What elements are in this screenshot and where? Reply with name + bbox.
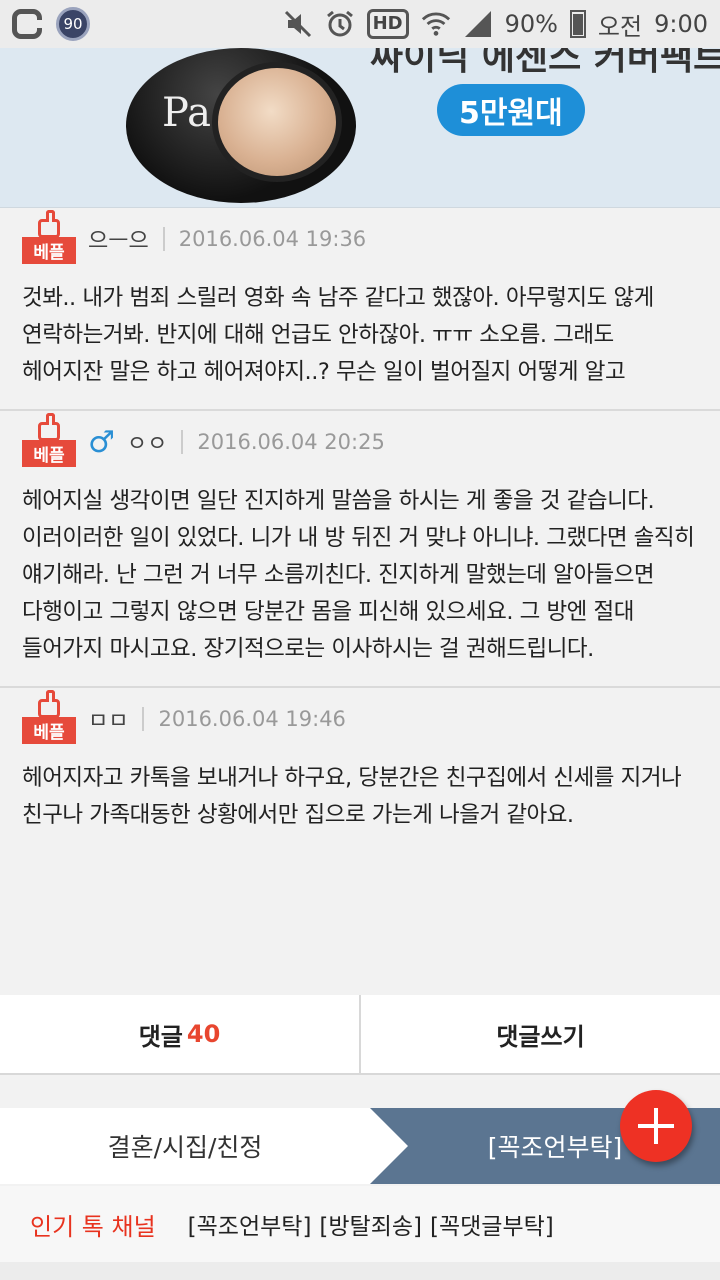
status-left: 90 bbox=[12, 7, 90, 41]
channel-tag[interactable]: [꼭댓글부탁] bbox=[430, 1207, 554, 1241]
comments-label: 댓글 bbox=[138, 1022, 183, 1051]
comment-date: 2016.06.04 19:46 bbox=[158, 707, 346, 731]
comment-header: 베플 ♂ ㅇㅇ 2016.06.04 20:25 bbox=[22, 411, 698, 473]
best-comments-list: 베플 으ㅡ으 2016.06.04 19:36 것봐.. 내가 범죄 스릴러 영… bbox=[0, 208, 720, 852]
plus-icon bbox=[638, 1108, 674, 1144]
comment-item: 베플 으ㅡ으 2016.06.04 19:36 것봐.. 내가 범죄 스릴러 영… bbox=[0, 208, 720, 411]
ad-headline: 싸이닉 에센스 커버팩트 bbox=[370, 48, 720, 78]
comment-date: 2016.06.04 19:36 bbox=[178, 227, 367, 251]
best-label: 베플 bbox=[22, 440, 76, 467]
popular-channels: 인기 톡 채널 [꼭조언부탁] [방탈죄송] [꼭댓글부탁] bbox=[0, 1186, 720, 1262]
divider bbox=[181, 430, 184, 454]
write-comment-button[interactable]: 댓글쓰기 bbox=[359, 995, 720, 1073]
best-label: 베플 bbox=[22, 717, 76, 744]
product-brand: Pa bbox=[162, 90, 211, 136]
ampm-label: 오전 bbox=[597, 12, 643, 41]
best-comment-badge: 베플 bbox=[22, 413, 76, 471]
clock: 9:00 bbox=[654, 10, 708, 38]
status-right: HD 90% 오전 9:00 bbox=[283, 7, 708, 42]
divider bbox=[142, 707, 145, 731]
comment-author: ㅁㅁ bbox=[88, 709, 129, 734]
comment-date: 2016.06.04 20:25 bbox=[197, 430, 385, 454]
status-bar: 90 HD 90% 오전 9:00 bbox=[0, 0, 720, 48]
channel-tag[interactable]: [꼭조언부탁] bbox=[188, 1207, 312, 1241]
popular-channels-title: 인기 톡 채널 bbox=[30, 1212, 156, 1241]
comment-author: ㅇㅇ bbox=[126, 432, 168, 457]
thumbs-up-icon bbox=[32, 210, 66, 238]
thumbs-up-icon bbox=[32, 690, 66, 718]
divider bbox=[162, 227, 165, 251]
comment-body: 것봐.. 내가 범죄 스릴러 영화 속 남주 같다고 했잖아. 아무렇지도 않게… bbox=[22, 285, 654, 385]
comment-header: 베플 ㅁㅁ 2016.06.04 19:46 bbox=[22, 688, 698, 750]
bottom-spacer bbox=[0, 1262, 720, 1280]
alarm-icon bbox=[325, 9, 355, 39]
product-image: Pa bbox=[126, 48, 356, 203]
view-comments-button[interactable]: 댓글 40 bbox=[0, 995, 359, 1073]
app-icon bbox=[12, 9, 42, 39]
ad-price-badge: 5만원대 bbox=[437, 84, 585, 136]
notification-badge: 90 bbox=[56, 7, 90, 41]
category-link[interactable]: 결혼/시집/친정 bbox=[0, 1108, 370, 1184]
comment-item: 베플 ♂ ㅇㅇ 2016.06.04 20:25 헤어지실 생각이면 일단 진지… bbox=[0, 411, 720, 688]
comment-item: 베플 ㅁㅁ 2016.06.04 19:46 헤어지자고 카톡을 보내거나 하구… bbox=[0, 688, 720, 852]
comments-count: 40 bbox=[186, 1020, 221, 1048]
mute-icon bbox=[283, 9, 313, 39]
comment-header: 베플 으ㅡ으 2016.06.04 19:36 bbox=[22, 208, 698, 270]
comment-body: 헤어지실 생각이면 일단 진지하게 말씀을 하시는 게 좋을 것 같습니다. 이… bbox=[22, 488, 695, 662]
thumbs-up-icon bbox=[32, 413, 66, 441]
category-bar: 결혼/시집/친정 [꼭조언부탁] bbox=[0, 1108, 720, 1184]
battery-icon bbox=[569, 10, 586, 38]
comment-author: 으ㅡ으 bbox=[88, 229, 149, 254]
channel-tag[interactable]: [방탈죄송] bbox=[319, 1207, 422, 1241]
male-icon: ♂ bbox=[88, 424, 115, 460]
signal-icon bbox=[463, 9, 493, 39]
comment-actions: 댓글 40 댓글쓰기 bbox=[0, 995, 720, 1075]
comment-body: 헤어지자고 카톡을 보내거나 하구요, 당분간은 친구집에서 신세를 지거나 친… bbox=[22, 765, 682, 828]
write-comment-label: 댓글쓰기 bbox=[496, 1022, 585, 1051]
write-post-button[interactable] bbox=[620, 1090, 692, 1162]
best-comment-badge: 베플 bbox=[22, 210, 76, 268]
compact-pan bbox=[212, 62, 342, 182]
battery-percent: 90% bbox=[504, 10, 558, 38]
best-comment-badge: 베플 bbox=[22, 690, 76, 748]
hd-icon: HD bbox=[366, 9, 409, 39]
best-label: 베플 bbox=[22, 237, 76, 264]
wifi-icon bbox=[421, 9, 451, 39]
ad-banner[interactable]: Pa 싸이닉 에센스 커버팩트 5만원대 bbox=[0, 48, 720, 208]
